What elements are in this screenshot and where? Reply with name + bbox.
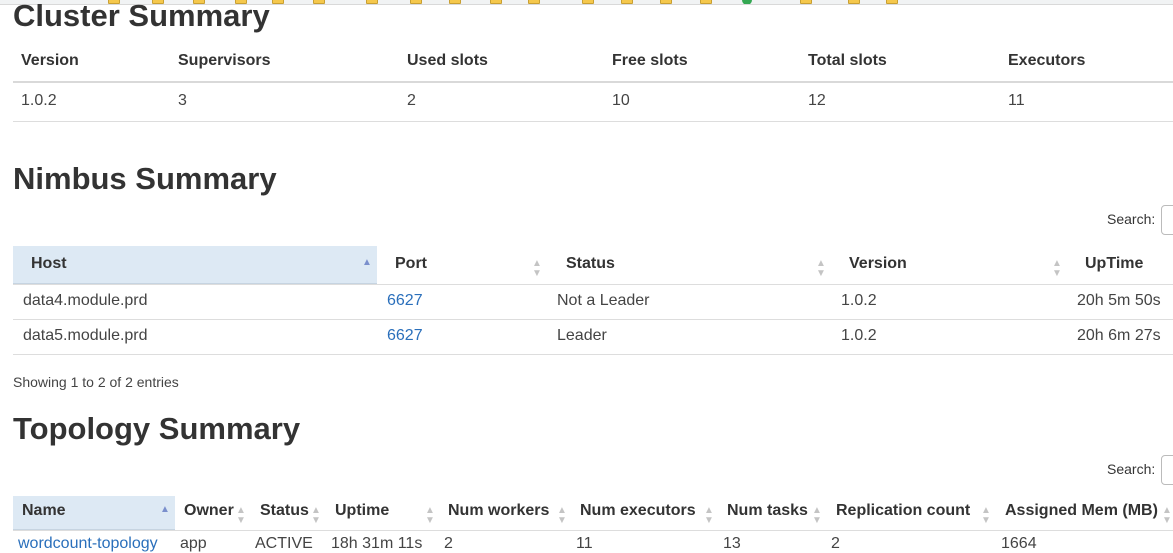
- port-link[interactable]: 6627: [387, 292, 423, 310]
- cell-num-workers: 2: [444, 535, 453, 552]
- header-divider: [13, 284, 1173, 285]
- bookmark-folder-icon[interactable]: [490, 0, 502, 4]
- bookmark-folder-icon[interactable]: [410, 0, 422, 4]
- cluster-summary-title: Cluster Summary: [13, 0, 270, 33]
- topology-search-input[interactable]: [1161, 455, 1173, 485]
- bookmark-folder-icon[interactable]: [700, 0, 712, 4]
- nimbus-table-info: Showing 1 to 2 of 2 entries: [13, 374, 179, 390]
- col-header-assigned-mem[interactable]: Assigned Mem (MB): [1005, 502, 1158, 520]
- sort-both-icon[interactable]: ▲ ▼: [311, 506, 321, 526]
- topology-summary-title: Topology Summary: [13, 411, 301, 446]
- col-header-num-tasks[interactable]: Num tasks: [727, 502, 808, 520]
- col-header-uptime[interactable]: UpTime: [1085, 255, 1143, 273]
- col-header-host[interactable]: Host: [31, 255, 67, 273]
- sort-both-icon[interactable]: ▲ ▼: [1162, 506, 1172, 526]
- col-header-version[interactable]: Version: [849, 255, 907, 273]
- cell-used-slots: 2: [407, 92, 416, 109]
- sort-both-icon[interactable]: ▲ ▼: [704, 506, 714, 526]
- cell-version: 1.0.2: [21, 92, 57, 109]
- bookmark-folder-icon[interactable]: [621, 0, 633, 4]
- cell-version: 1.0.2: [841, 327, 877, 344]
- cell-uptime: 20h 6m 27s: [1077, 327, 1161, 344]
- col-header-executors: Executors: [1008, 52, 1086, 69]
- cell-assigned-mem: 1664: [1001, 535, 1037, 552]
- cell-num-executors: 11: [576, 535, 593, 552]
- sort-asc-icon[interactable]: ▲: [160, 505, 170, 515]
- cell-num-tasks: 13: [723, 535, 741, 552]
- cell-host: data5.module.prd: [23, 327, 148, 344]
- cell-total-slots: 12: [808, 92, 826, 109]
- sort-both-icon[interactable]: ▲ ▼: [236, 506, 246, 526]
- col-header-name[interactable]: Name: [22, 502, 66, 520]
- col-header-used-slots: Used slots: [407, 52, 488, 69]
- cell-status: ACTIVE: [255, 535, 313, 552]
- topology-search-label: Search:: [1107, 461, 1156, 477]
- bookmark-folder-icon[interactable]: [272, 0, 284, 4]
- cell-version: 1.0.2: [841, 292, 877, 309]
- col-header-version: Version: [21, 52, 79, 69]
- row-divider: [13, 354, 1173, 355]
- col-header-owner[interactable]: Owner: [184, 502, 234, 520]
- sort-both-icon[interactable]: ▲ ▼: [557, 506, 567, 526]
- header-divider: [13, 530, 1173, 531]
- col-header-num-workers[interactable]: Num workers: [448, 502, 549, 520]
- cell-status: Leader: [557, 327, 607, 344]
- cell-free-slots: 10: [612, 92, 630, 109]
- col-header-num-executors[interactable]: Num executors: [580, 502, 696, 520]
- cell-status: Not a Leader: [557, 292, 650, 309]
- cell-uptime: 18h 31m 11s: [331, 535, 423, 552]
- sort-both-icon[interactable]: ▲ ▼: [532, 259, 542, 279]
- cell-host: data4.module.prd: [23, 292, 148, 309]
- bookmark-folder-icon[interactable]: [660, 0, 672, 4]
- nimbus-search-input[interactable]: [1161, 205, 1173, 235]
- col-header-status[interactable]: Status: [260, 502, 309, 520]
- sorted-column-header-bg: [13, 246, 377, 284]
- cell-executors: 11: [1008, 92, 1025, 109]
- bookmark-site-icon[interactable]: [742, 0, 752, 4]
- bookmark-folder-icon[interactable]: [800, 0, 812, 4]
- bookmark-folder-icon[interactable]: [848, 0, 860, 4]
- cell-uptime: 20h 5m 50s: [1077, 292, 1161, 309]
- col-header-uptime[interactable]: Uptime: [335, 502, 389, 520]
- sort-both-icon[interactable]: ▲ ▼: [1052, 259, 1062, 279]
- port-link[interactable]: 6627: [387, 327, 423, 345]
- nimbus-search-label: Search:: [1107, 211, 1156, 227]
- cell-owner: app: [180, 535, 207, 552]
- bookmark-folder-icon[interactable]: [366, 0, 378, 4]
- col-header-status[interactable]: Status: [566, 255, 615, 273]
- col-header-replication-count[interactable]: Replication count: [836, 502, 970, 520]
- row-divider: [13, 121, 1173, 122]
- col-header-supervisors: Supervisors: [178, 52, 271, 69]
- nimbus-summary-title: Nimbus Summary: [13, 161, 277, 196]
- bookmark-folder-icon[interactable]: [528, 0, 540, 4]
- bookmark-folder-icon[interactable]: [582, 0, 594, 4]
- topology-name-link[interactable]: wordcount-topology: [18, 535, 158, 553]
- sort-both-icon[interactable]: ▲ ▼: [981, 506, 991, 526]
- sort-both-icon[interactable]: ▲ ▼: [425, 506, 435, 526]
- bookmark-folder-icon[interactable]: [313, 0, 325, 4]
- cell-supervisors: 3: [178, 92, 187, 109]
- col-header-free-slots: Free slots: [612, 52, 688, 69]
- sort-both-icon[interactable]: ▲ ▼: [816, 259, 826, 279]
- row-divider: [13, 319, 1173, 320]
- bookmark-folder-icon[interactable]: [449, 0, 461, 4]
- cell-replication-count: 2: [831, 535, 840, 552]
- header-divider: [13, 81, 1173, 83]
- bookmark-folder-icon[interactable]: [886, 0, 898, 4]
- col-header-port[interactable]: Port: [395, 255, 427, 273]
- sort-asc-icon[interactable]: ▲: [362, 258, 372, 268]
- col-header-total-slots: Total slots: [808, 52, 887, 69]
- sort-both-icon[interactable]: ▲ ▼: [812, 506, 822, 526]
